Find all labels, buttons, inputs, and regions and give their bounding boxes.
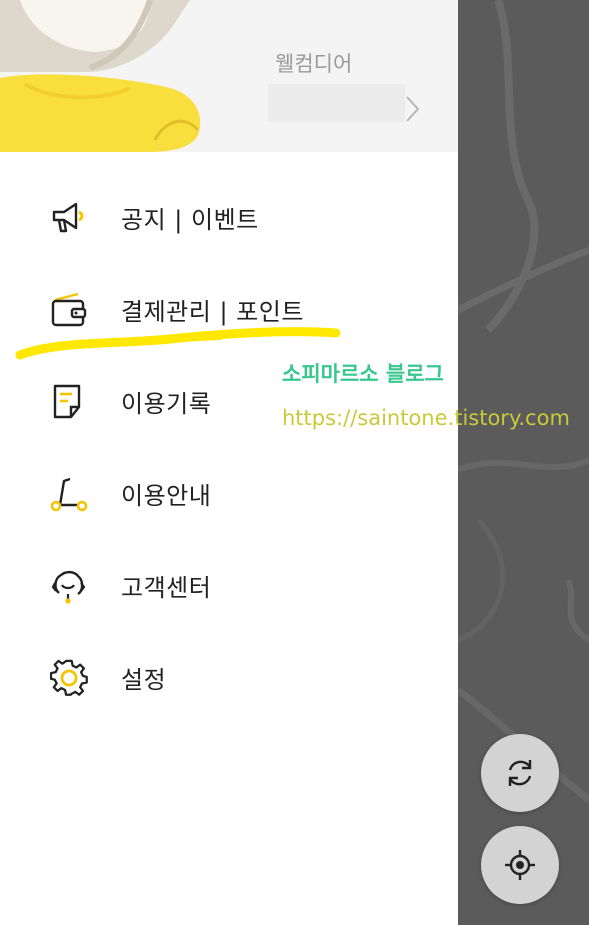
menu-label-guide: 이용안내 — [121, 481, 212, 510]
side-drawer: 웰컴디어 공지 | 이벤트 결제관리 | 포인트 이용기록 이용안내 고객센터 … — [0, 0, 458, 925]
chevron-right-icon[interactable] — [404, 95, 420, 123]
menu-label-payment: 결제관리 | 포인트 — [121, 297, 304, 326]
location-target-icon — [505, 850, 535, 880]
refresh-icon — [508, 760, 532, 786]
my-location-button[interactable] — [481, 826, 559, 904]
wallet-icon — [51, 292, 87, 327]
username-label: 웰컴디어 — [275, 52, 353, 76]
character-illustration — [0, 0, 201, 152]
menu-item-guide[interactable]: 이용안내 — [0, 463, 458, 523]
menu-item-settings[interactable]: 설정 — [0, 647, 458, 707]
menu-label-support: 고객센터 — [121, 573, 212, 602]
headset-icon — [51, 570, 86, 604]
menu-label-history: 이용기록 — [121, 389, 212, 418]
watermark-blog-name: 소피마르소 블로그 — [282, 362, 444, 386]
menu-label-settings: 설정 — [121, 665, 167, 694]
scooter-icon — [50, 477, 88, 512]
menu-label-notice: 공지 | 이벤트 — [121, 205, 259, 234]
gear-icon — [50, 659, 88, 696]
menu-item-payment[interactable]: 결제관리 | 포인트 — [0, 279, 458, 339]
menu-item-notice[interactable]: 공지 | 이벤트 — [0, 187, 458, 247]
profile-header[interactable]: 웰컴디어 — [0, 0, 458, 152]
document-icon — [53, 384, 81, 419]
menu-item-support[interactable]: 고객센터 — [0, 555, 458, 615]
megaphone-icon — [52, 202, 84, 233]
watermark-blog-url: https://saintone.tistory.com — [282, 406, 570, 430]
user-info-placeholder — [268, 84, 405, 122]
refresh-button[interactable] — [481, 734, 559, 812]
